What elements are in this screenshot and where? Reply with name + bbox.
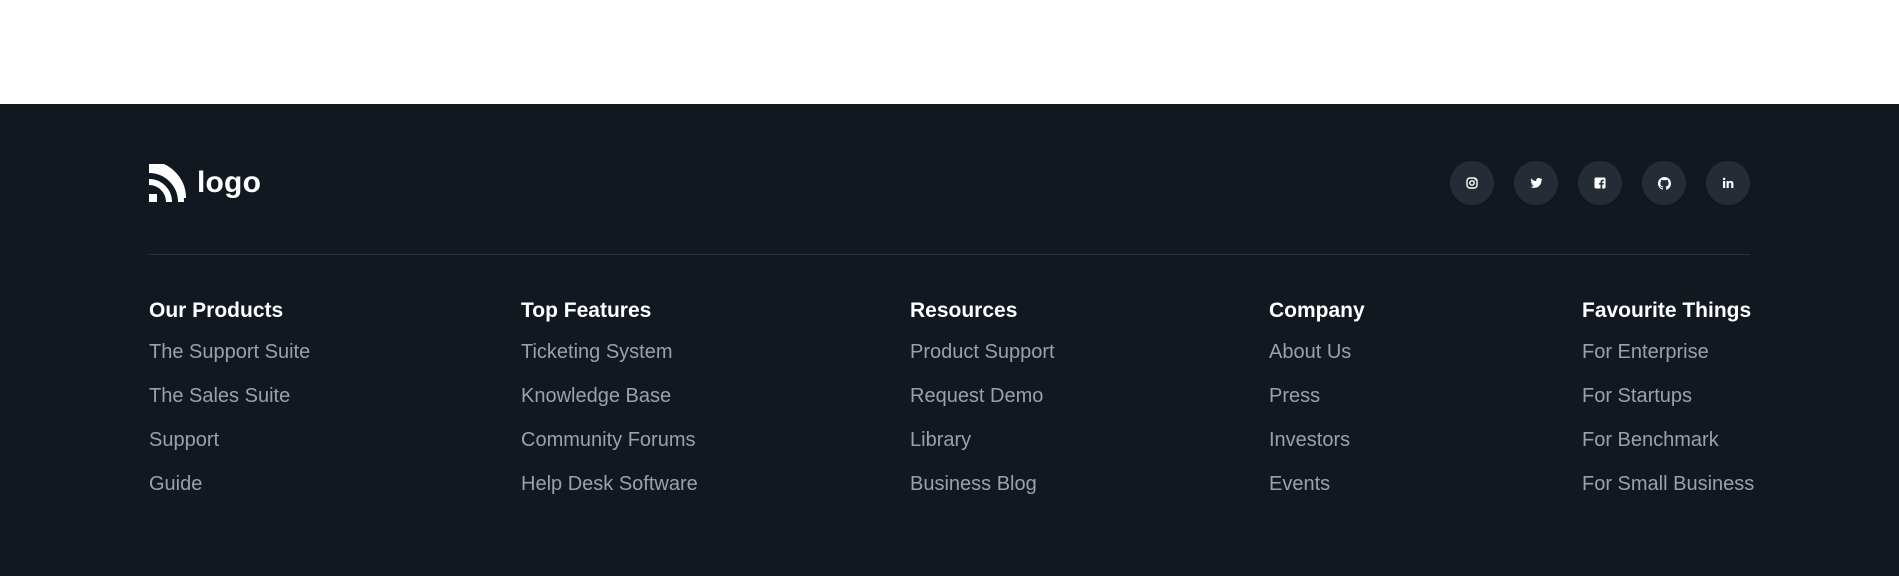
twitter-icon <box>1530 177 1543 189</box>
footer-link[interactable]: Business Blog <box>910 473 1037 495</box>
footer-link[interactable]: For Enterprise <box>1582 341 1709 363</box>
footer-link[interactable]: Community Forums <box>521 429 695 451</box>
footer-column-resources: Resources Product Support Request Demo L… <box>910 299 1055 517</box>
footer-link[interactable]: Help Desk Software <box>521 473 698 495</box>
facebook-icon <box>1594 177 1606 189</box>
footer-logo[interactable]: logo <box>149 164 261 202</box>
footer-column-favourite-things: Favourite Things For Enterprise For Star… <box>1582 299 1754 517</box>
instagram-button[interactable] <box>1450 161 1494 205</box>
footer-link-columns: Our Products The Support Suite The Sales… <box>149 255 1754 505</box>
footer-link[interactable]: Investors <box>1269 429 1350 451</box>
footer-link[interactable]: Support <box>149 429 219 451</box>
github-button[interactable] <box>1642 161 1686 205</box>
footer-link[interactable]: The Sales Suite <box>149 385 290 407</box>
column-heading: Our Products <box>149 299 284 322</box>
footer-column-our-products: Our Products The Support Suite The Sales… <box>149 299 310 517</box>
logo-text: logo <box>197 166 262 199</box>
footer-link[interactable]: Ticketing System <box>521 341 673 363</box>
twitter-button[interactable] <box>1514 161 1558 205</box>
linkedin-icon <box>1722 177 1734 189</box>
footer-link[interactable]: Request Demo <box>910 385 1043 407</box>
column-heading: Company <box>1269 299 1365 322</box>
footer-link[interactable]: About Us <box>1269 341 1351 363</box>
column-heading: Resources <box>910 299 1018 322</box>
footer-column-company: Company About Us Press Investors Events <box>1269 299 1365 517</box>
footer-link[interactable]: Knowledge Base <box>521 385 671 407</box>
footer-link[interactable]: For Startups <box>1582 385 1692 407</box>
footer-link[interactable]: Library <box>910 429 971 451</box>
footer-link[interactable]: Press <box>1269 385 1320 407</box>
footer-link[interactable]: Events <box>1269 473 1330 495</box>
footer-column-top-features: Top Features Ticketing System Knowledge … <box>521 299 698 517</box>
footer-link[interactable]: For Small Business <box>1582 473 1754 495</box>
column-heading: Favourite Things <box>1582 299 1752 322</box>
footer-top-bar: logo <box>149 104 1750 255</box>
footer-link[interactable]: Product Support <box>910 341 1055 363</box>
logo-icon <box>149 164 187 202</box>
site-footer: logo Our Products The Support Suite The … <box>0 104 1899 576</box>
column-heading: Top Features <box>521 299 652 322</box>
footer-link[interactable]: Guide <box>149 473 202 495</box>
footer-link[interactable]: The Support Suite <box>149 341 310 363</box>
github-icon <box>1657 176 1671 190</box>
page-content-area <box>0 0 1899 104</box>
social-links <box>1450 161 1750 205</box>
instagram-icon <box>1466 177 1478 189</box>
linkedin-button[interactable] <box>1706 161 1750 205</box>
facebook-button[interactable] <box>1578 161 1622 205</box>
footer-link[interactable]: For Benchmark <box>1582 429 1719 451</box>
